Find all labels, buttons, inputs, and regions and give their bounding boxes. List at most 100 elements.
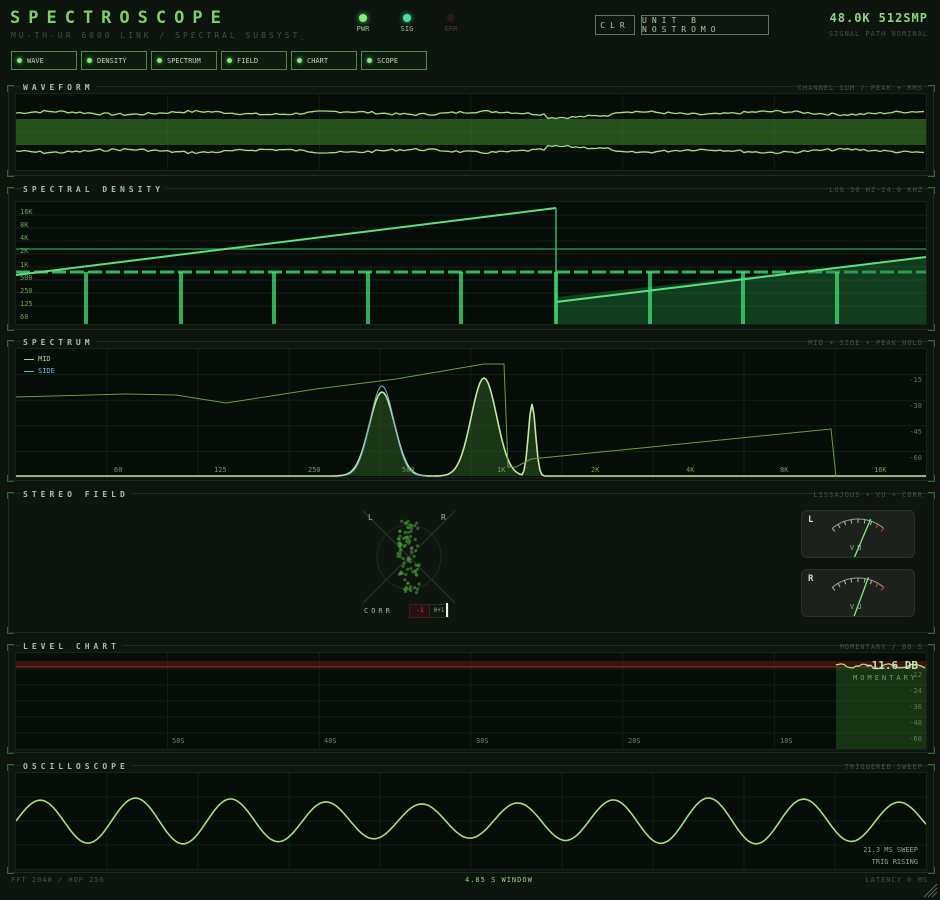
lissajous-point [408, 587, 412, 591]
transient-band [366, 272, 370, 324]
clear-button[interactable]: CLR [595, 15, 635, 35]
vu-tick [863, 578, 866, 583]
lissajous-left-label: L [368, 513, 373, 522]
density-freq-label: 60 [20, 313, 29, 321]
lissajous-point [406, 530, 410, 534]
rate-readout: 48.0K 512SMP [822, 11, 928, 25]
spectrum-x-label: 1K [497, 466, 506, 474]
vu-tick [863, 519, 866, 524]
sample-rate: 48.0K [829, 11, 871, 25]
lissajous-point [414, 591, 419, 595]
corr-label: CORR [364, 607, 393, 615]
lissajous-point [416, 526, 420, 531]
vu-tick [843, 580, 847, 585]
level-y-label: -12 [909, 671, 922, 679]
lissajous-point [409, 529, 413, 533]
pwr-label: PWR [356, 25, 370, 33]
lissajous-point [407, 526, 411, 530]
level-chart-plot[interactable]: -11.6 DB MOMENTARY 50S 40S 30S 20S 10S -… [15, 652, 927, 750]
err-label: ERR [444, 25, 458, 33]
corr-negative: -1 [409, 604, 431, 618]
tab-led-icon [87, 58, 92, 63]
density-freq-label: 125 [20, 300, 33, 308]
level-y-label: -24 [909, 687, 922, 695]
tab-scope[interactable]: SCOPE [361, 51, 427, 70]
lissajous-point [409, 567, 413, 571]
transient-band [84, 272, 88, 324]
spectrum-panel: SPECTRUM MID + SIDE + PEAK HOLD MID SIDE… [7, 338, 935, 482]
tab-label: FIELD [237, 56, 259, 65]
density-freq-label: 16K [20, 208, 33, 216]
lissajous-point [401, 564, 405, 568]
vu-tick [837, 583, 841, 588]
vu-tick [831, 587, 836, 591]
err-indicator: ERR [436, 14, 466, 33]
sig-led-icon [403, 14, 411, 22]
waveform-title: WAVEFORM [21, 83, 96, 92]
tab-wave[interactable]: WAVE [11, 51, 77, 70]
lissajous-point [408, 534, 413, 539]
spectrum-plot[interactable]: MID SIDE 60 125 250 500 1K 2K 4K 8K 16K … [15, 348, 927, 478]
vu-tick [875, 583, 879, 588]
resize-grip-icon[interactable] [922, 882, 938, 898]
level-x-label: 50S [172, 737, 185, 745]
tab-spectrum[interactable]: SPECTRUM [151, 51, 217, 70]
scope-trace [16, 773, 926, 869]
pwr-indicator: PWR [348, 14, 378, 33]
app-title: SPECTROSCOPE [10, 8, 229, 28]
lissajous-point [403, 578, 407, 582]
chart-note: MOMENTARY / 60 S [839, 643, 923, 651]
density-plot[interactable]: 16K 8K 4K 2K 1K 500 250 125 60 [15, 201, 927, 325]
unit-selector[interactable]: UNIT B NOSTROMO [641, 15, 769, 35]
spectrum-graph [16, 349, 926, 477]
waveform-plot[interactable] [15, 93, 927, 171]
lissajous-point [406, 556, 410, 560]
density-freq-label: 1K [20, 261, 29, 269]
vu-meter-left: L VU [801, 510, 915, 558]
lissajous-point [413, 569, 417, 573]
sig-label: SIG [400, 25, 414, 33]
vu-tick [875, 524, 879, 529]
density-freq-label: 500 [20, 274, 33, 282]
transient-band [554, 272, 558, 324]
density-freq-label: 8K [20, 221, 29, 229]
lissajous-point [403, 530, 407, 535]
lissajous-point [417, 563, 421, 567]
lissajous-point [415, 587, 420, 591]
spectrum-x-label: 2K [591, 466, 600, 474]
lissajous-point [401, 536, 406, 541]
rms-band [16, 119, 926, 145]
lissajous-point [398, 543, 403, 547]
peak-trace-lower [16, 144, 925, 155]
tab-chart[interactable]: CHART [291, 51, 357, 70]
lissajous-point [409, 550, 414, 554]
vu-tick [880, 587, 885, 591]
level-y-label: -48 [909, 719, 922, 727]
lissajous-point [412, 554, 416, 558]
tab-led-icon [17, 58, 22, 63]
density-note: LOG 30 HZ-24.0 KHZ [829, 186, 923, 194]
footer-latency: LATENCY 0 MS [865, 876, 928, 884]
tab-field[interactable]: FIELD [221, 51, 287, 70]
spectrum-y-label: -15 [909, 376, 922, 384]
tab-led-icon [297, 58, 302, 63]
density-panel: SPECTRAL DENSITY LOG 30 HZ-24.0 KHZ 16K … [7, 185, 935, 331]
lissajous-point [415, 521, 419, 525]
lissajous-point [405, 535, 409, 539]
legend-side: SIDE [24, 367, 55, 375]
tab-density[interactable]: DENSITY [81, 51, 147, 70]
spectrum-x-label: 8K [780, 466, 789, 474]
vu-tick [850, 578, 853, 583]
tab-label: SPECTRUM [167, 56, 201, 65]
pwr-led-icon [359, 14, 367, 22]
lissajous-point [406, 581, 410, 585]
lissajous-point [403, 587, 407, 591]
density-freq-label: 2K [20, 247, 29, 255]
vu-tick [880, 528, 885, 532]
field-panel: STEREO FIELD LISSAJOUS + VU + CORR L R C… [7, 490, 935, 634]
scope-plot[interactable]: 21.3 MS SWEEP TRIG RISING [15, 772, 927, 870]
vu-meter-right: R VU [801, 569, 915, 617]
footer-fft: FFT 2048 / HOP 256 [11, 876, 105, 884]
scope-title: OSCILLOSCOPE [21, 762, 131, 771]
waveform-panel: WAVEFORM CHANNEL SUM / PEAK + RMS [7, 83, 935, 177]
